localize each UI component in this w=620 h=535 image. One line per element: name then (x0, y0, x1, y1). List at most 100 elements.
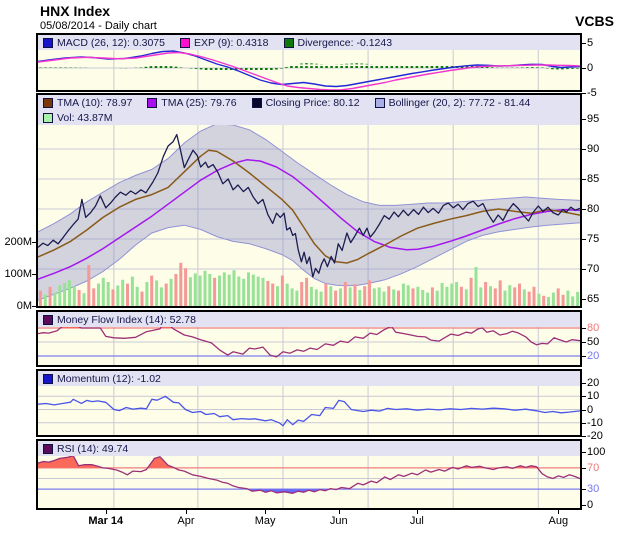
legend-swatch-icon (43, 444, 53, 454)
legend-label: Money Flow Index (14): 52.78 (57, 314, 196, 326)
volume-bar (184, 268, 187, 306)
mfi-line (38, 322, 580, 357)
volume-bar (334, 291, 337, 306)
volume-bar (533, 287, 536, 306)
volume-bar (53, 293, 56, 306)
legend-swatch-icon (43, 315, 53, 325)
legend-swatch-icon (180, 38, 190, 48)
volume-bar (233, 270, 236, 306)
volume-bar (397, 291, 400, 306)
volume-axis-tick (32, 274, 36, 275)
volume-bar (421, 290, 424, 306)
volume-bar (354, 284, 357, 306)
volume-bar (170, 279, 173, 306)
volume-bar (218, 276, 221, 306)
volume-bar (392, 289, 395, 306)
volume-bar (416, 287, 419, 306)
legend-swatch-icon (284, 38, 294, 48)
y-axis-tick (582, 269, 586, 270)
y-axis-tick (582, 356, 586, 357)
mom-legend: Momentum (12): -1.02 (38, 371, 580, 386)
volume-bar (97, 284, 100, 306)
legend-item: Money Flow Index (14): 52.78 (43, 314, 196, 326)
main-plot-area[interactable] (38, 95, 580, 306)
macd-line (38, 51, 580, 87)
legend-item: Momentum (12): -1.02 (43, 373, 161, 385)
legend-swatch-icon (147, 98, 157, 108)
legend-swatch-icon (43, 98, 53, 108)
volume-bar (484, 282, 487, 306)
y-axis-tick (582, 299, 586, 300)
legend-swatch-icon (375, 98, 385, 108)
volume-bar (228, 275, 231, 306)
volume-bar (39, 291, 42, 306)
rsi-legend: RSI (14): 49.74 (38, 441, 580, 456)
y-axis-label: 30 (587, 482, 599, 496)
volume-bar (87, 265, 90, 306)
x-axis-label: Jul (385, 514, 449, 528)
legend-label: Closing Price: 80.12 (266, 97, 360, 109)
y-axis-label: 75 (587, 232, 599, 246)
volume-bar (402, 284, 405, 306)
legend-item: Closing Price: 80.12 (252, 97, 360, 109)
legend-label: TMA (25): 79.76 (161, 97, 236, 109)
volume-bar (199, 276, 202, 306)
volume-bar (320, 292, 323, 306)
y-axis-label: 0 (587, 61, 593, 75)
volume-bar (204, 271, 207, 306)
volume-bar (445, 287, 448, 306)
volume-bar (194, 273, 197, 306)
volume-bar (315, 289, 318, 306)
volume-bar (295, 291, 298, 306)
volume-bar (107, 282, 110, 306)
volume-bar (552, 293, 555, 306)
volume-bar (237, 277, 240, 306)
volume-bar (121, 280, 124, 306)
volume-bar (378, 287, 381, 306)
legend-item: Divergence: -0.1243 (284, 37, 393, 49)
volume-bar (358, 290, 361, 306)
y-axis-tick (582, 328, 586, 329)
legend-swatch-icon (43, 374, 53, 384)
legend-label: Vol: 43.87M (57, 112, 112, 124)
volume-bar (49, 287, 52, 306)
legend-label: RSI (14): 49.74 (57, 443, 128, 455)
volume-bar (542, 296, 545, 306)
y-axis-tick (582, 505, 586, 506)
volume-bar (426, 293, 429, 306)
stock-chart: HNX Index 05/08/2014 - Daily chart VCBS … (0, 0, 620, 535)
volume-bar (576, 292, 579, 306)
volume-axis-label: 0M (2, 299, 32, 313)
momentum-line (38, 396, 580, 426)
volume-bar (518, 284, 521, 306)
volume-bar (102, 278, 105, 306)
volume-bar (208, 274, 211, 306)
volume-bar (489, 286, 492, 306)
volume-bar (537, 294, 540, 306)
volume-bar (324, 284, 327, 306)
y-axis-label: 50 (587, 335, 599, 349)
y-axis-label: -5 (587, 86, 597, 100)
y-axis-label: 80 (587, 202, 599, 216)
macd-legend: MACD (26, 12): 0.3075EXP (9): 0.4318Dive… (38, 35, 580, 50)
y-axis-tick (582, 468, 586, 469)
volume-bar (460, 287, 463, 306)
x-axis-label: Jun (307, 514, 371, 528)
volume-bar (368, 280, 371, 306)
y-axis-tick (582, 342, 586, 343)
y-axis-label: 85 (587, 172, 599, 186)
volume-bar (349, 287, 352, 306)
volume-axis-label: 100M (2, 267, 32, 281)
y-axis-label: 20 (587, 376, 599, 390)
volume-bar (339, 288, 342, 306)
volume-bar (363, 286, 366, 306)
y-axis-tick (582, 93, 586, 94)
y-axis-label: 0 (587, 403, 593, 417)
legend-swatch-icon (252, 98, 262, 108)
volume-bar (300, 282, 303, 306)
main-legend: TMA (10): 78.97TMA (25): 79.76Closing Pr… (38, 95, 580, 125)
volume-bar (291, 288, 294, 306)
y-axis-label: -10 (587, 416, 603, 430)
volume-bar (63, 283, 66, 306)
volume-bar (78, 290, 81, 306)
